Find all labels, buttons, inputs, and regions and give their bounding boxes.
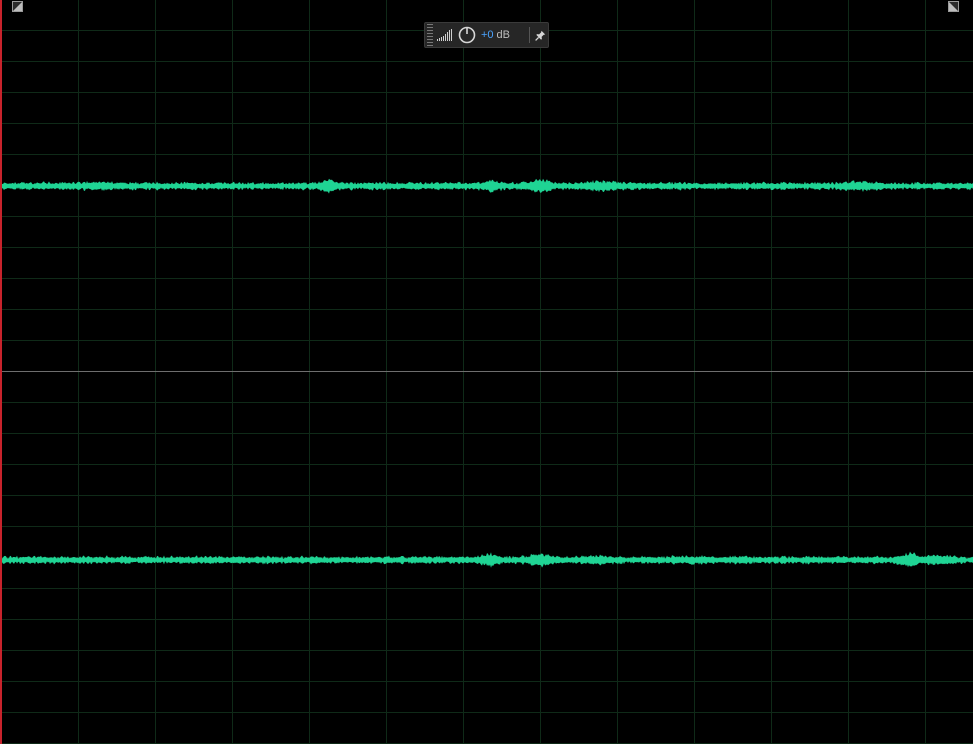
volume-value[interactable]: +0 — [481, 29, 494, 41]
right-channel-waveform[interactable] — [0, 543, 973, 577]
hud-drag-handle[interactable] — [427, 24, 433, 46]
channel-toggle-left-icon[interactable] — [12, 1, 23, 12]
volume-unit: dB — [496, 29, 511, 41]
hud-divider — [529, 27, 530, 43]
left-channel-waveform[interactable] — [0, 169, 973, 203]
volume-knob-icon[interactable] — [458, 26, 476, 44]
waveform-trace — [0, 551, 973, 568]
waveform-editor[interactable]: +0 dB — [0, 0, 973, 744]
waveform-trace — [0, 178, 973, 194]
time-amplitude-grid — [0, 0, 973, 744]
signal-level-icon — [437, 29, 453, 41]
channel-divider — [0, 371, 973, 372]
pin-icon[interactable] — [533, 27, 547, 43]
channel-toggle-right-icon[interactable] — [948, 1, 959, 12]
playhead[interactable] — [0, 0, 2, 744]
volume-hud[interactable]: +0 dB — [424, 22, 549, 48]
